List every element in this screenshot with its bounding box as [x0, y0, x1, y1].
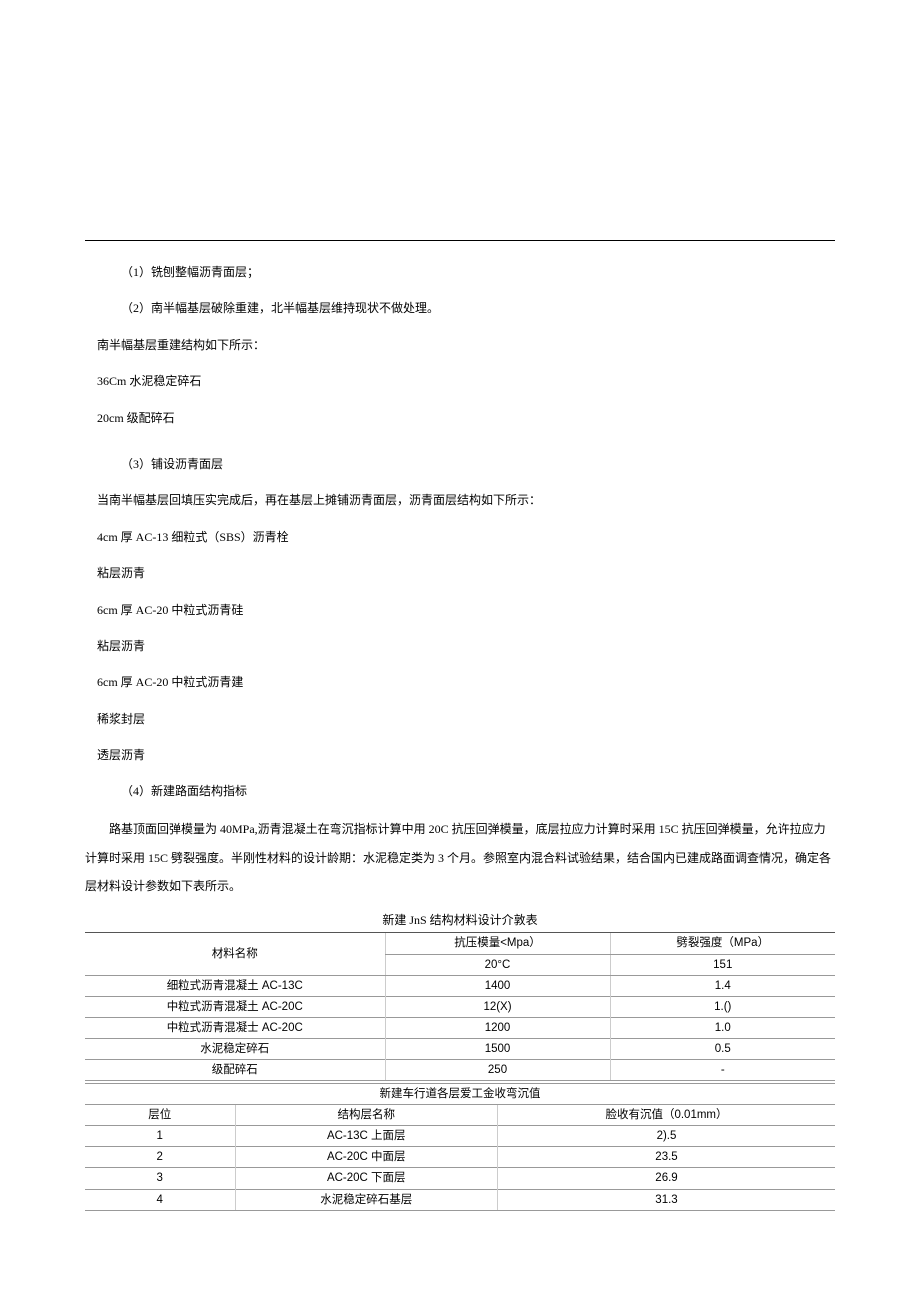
line-7: 当南半幅基层回填压实完成后，再在基层上摊铺沥青面层，沥青面层结构如下所示： — [85, 487, 835, 513]
cell-val: 31.3 — [498, 1189, 836, 1210]
cell-layer: AC-13C 上面层 — [235, 1126, 498, 1147]
col-split: 劈裂强度（MPa） — [676, 937, 769, 949]
table-row: 中粒式沥青混凝土 AC-20C 12(X) 1.() — [85, 996, 835, 1017]
line-14: 透层沥青 — [85, 742, 835, 768]
paragraph-indicators: 路基顶面回弹模量为 40MPa,沥青混凝土在弯沉指标计算中用 20C 抗压回弹模… — [85, 815, 835, 901]
table-row: 2 AC-20C 中面层 23.5 — [85, 1147, 835, 1168]
table-row: 4 水泥稳定碎石基层 31.3 — [85, 1189, 835, 1210]
line-8: 4cm 厚 AC-13 细粒式（SBS）沥青栓 — [85, 524, 835, 550]
cell-pos: 3 — [85, 1168, 235, 1189]
line-11: 粘层沥青 — [85, 633, 835, 659]
cell-split: 1.0 — [610, 1017, 835, 1038]
deflection-table: 新建车行道各层爱工金收弯沉值 层位 结构层名称 脸收有沉值（0.01mm） 1 … — [85, 1083, 835, 1211]
col-val: 脸收有沉值（0.01mm） — [605, 1109, 727, 1121]
cell-val: 26.9 — [498, 1168, 836, 1189]
cell-name: 细粒式沥青混凝土 AC-13C — [85, 975, 385, 996]
table-row: 级配碎石 250 - — [85, 1060, 835, 1081]
line-6: （3）铺设沥青面层 — [85, 451, 835, 477]
cell-split: 1.4 — [610, 975, 835, 996]
cell-val: 2).5 — [498, 1126, 836, 1147]
cell-modulus: 1500 — [385, 1038, 610, 1059]
cell-split: - — [610, 1060, 835, 1081]
col-material: 材料名称 — [212, 948, 258, 960]
line-12: 6cm 厚 AC-20 中粒式沥青建 — [85, 669, 835, 695]
col-modulus: 抗压模量<Mpa） — [454, 937, 541, 949]
line-1: （1）铣刨整幅沥青面层； — [85, 259, 835, 285]
cell-val: 23.5 — [498, 1147, 836, 1168]
line-15: （4）新建路面结构指标 — [85, 778, 835, 804]
cell-modulus: 12(X) — [385, 996, 610, 1017]
table-header-row: 材料名称 抗压模量<Mpa） 劈裂强度（MPa） — [85, 933, 835, 954]
table-row: 水泥稳定碎石 1500 0.5 — [85, 1038, 835, 1059]
table1-title: 新建 JnS 结构材料设计介敦表 — [85, 911, 835, 930]
line-9: 粘层沥青 — [85, 560, 835, 586]
table-row: 中粒式沥青混凝士 AC-20C 1200 1.0 — [85, 1017, 835, 1038]
subcol-20c: 20°C — [485, 959, 511, 971]
cell-modulus: 1200 — [385, 1017, 610, 1038]
cell-name: 中粒式沥青混凝士 AC-20C — [85, 1017, 385, 1038]
cell-layer: AC-20C 中面层 — [235, 1147, 498, 1168]
line-3: 南半幅基层重建结构如下所示： — [85, 332, 835, 358]
cell-modulus: 250 — [385, 1060, 610, 1081]
subcol-151: 151 — [713, 959, 732, 971]
table-row: 1 AC-13C 上面层 2).5 — [85, 1126, 835, 1147]
top-rule — [85, 240, 835, 241]
cell-layer: 水泥稳定碎石基层 — [235, 1189, 498, 1210]
table-row: 3 AC-20C 下面层 26.9 — [85, 1168, 835, 1189]
cell-pos: 1 — [85, 1126, 235, 1147]
table-row: 细粒式沥青混凝土 AC-13C 1400 1.4 — [85, 975, 835, 996]
cell-pos: 4 — [85, 1189, 235, 1210]
line-2: （2）南半幅基层破除重建，北半幅基层维持现状不做处理。 — [85, 295, 835, 321]
line-5: 20cm 级配碎石 — [85, 405, 835, 431]
material-params-table: 材料名称 抗压模量<Mpa） 劈裂强度（MPa） 20°C 151 细粒式沥青混… — [85, 932, 835, 1081]
cell-name: 中粒式沥青混凝土 AC-20C — [85, 996, 385, 1017]
cell-name: 水泥稳定碎石 — [85, 1038, 385, 1059]
col-layer: 结构层名称 — [338, 1109, 396, 1121]
cell-split: 1.() — [610, 996, 835, 1017]
cell-split: 0.5 — [610, 1038, 835, 1059]
line-13: 稀浆封层 — [85, 706, 835, 732]
line-10: 6cm 厚 AC-20 中粒式沥青硅 — [85, 597, 835, 623]
cell-modulus: 1400 — [385, 975, 610, 996]
line-4: 36Cm 水泥稳定碎石 — [85, 368, 835, 394]
table2-title: 新建车行道各层爱工金收弯沉值 — [380, 1088, 541, 1100]
cell-pos: 2 — [85, 1147, 235, 1168]
table2-title-row: 新建车行道各层爱工金收弯沉值 — [85, 1084, 835, 1105]
col-pos: 层位 — [148, 1109, 171, 1121]
cell-name: 级配碎石 — [85, 1060, 385, 1081]
table2-header-row: 层位 结构层名称 脸收有沉值（0.01mm） — [85, 1105, 835, 1126]
cell-layer: AC-20C 下面层 — [235, 1168, 498, 1189]
